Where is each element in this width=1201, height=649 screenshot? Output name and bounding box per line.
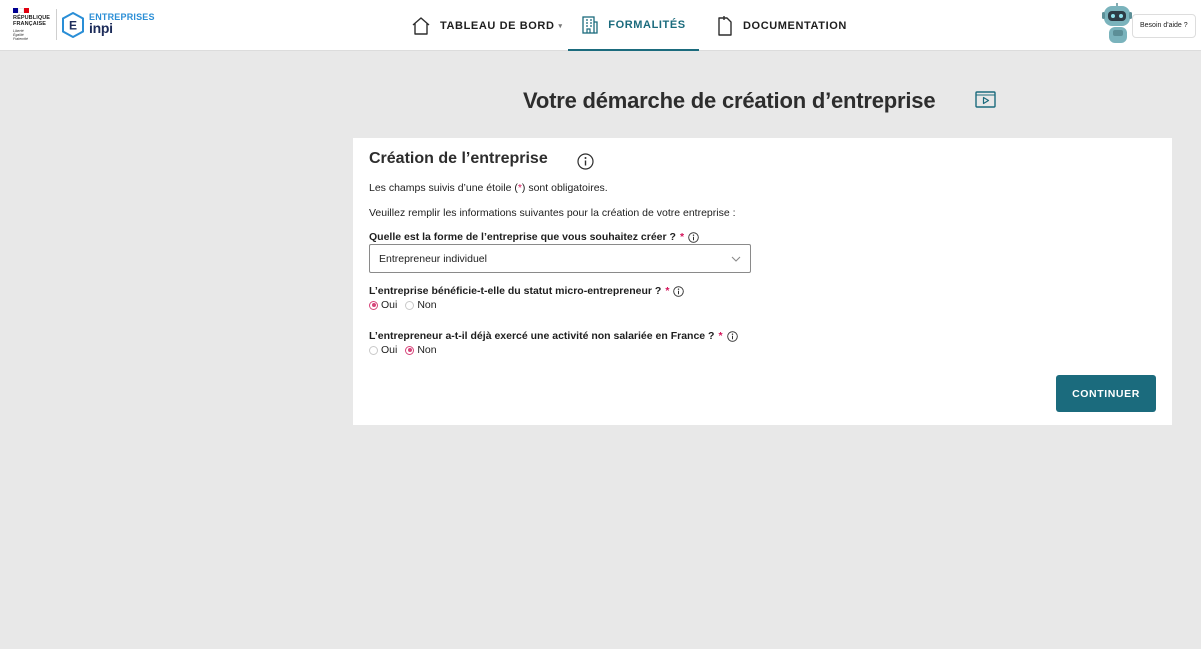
creation-form-card: Création de l’entreprise Les champs suiv… [353,138,1172,425]
radio-oui[interactable]: Oui [369,344,397,356]
rf-motto: Liberté Égalité Fraternité [13,29,28,41]
form-title: Création de l’entreprise [369,150,548,167]
logo-divider [56,9,57,40]
nav-documentation[interactable]: DOCUMENTATION [716,0,847,51]
question-forme-entreprise: Quelle est la forme de l’entreprise que … [369,231,699,243]
radio-label: Oui [381,344,398,356]
top-navigation-bar: RÉPUBLIQUE FRANÇAISE Liberté Égalité Fra… [0,0,1201,51]
help-bubble[interactable]: Besoin d'aide ? [1132,14,1196,38]
required-star: * [718,330,723,342]
republique-francaise-logo[interactable]: RÉPUBLIQUE FRANÇAISE Liberté Égalité Fra… [13,8,55,44]
question-label: Quelle est la forme de l’entreprise que … [369,231,676,243]
chevron-down-icon [731,256,741,262]
building-icon [582,15,598,34]
brand-inpi: inpi [89,20,113,36]
nav-tableau-de-bord-label: TABLEAU DE BORD [440,19,555,32]
question-label: L’entreprise bénéficie-t-elle du statut … [369,285,662,297]
svg-text:E: E [69,19,77,33]
radio-label: Non [417,299,437,311]
radio-label: Oui [381,299,398,311]
radio-non[interactable]: Non [405,344,437,356]
question-activite-non-salariee: L’entrepreneur a-t-il déjà exercé une ac… [369,330,738,342]
select-value: Entrepreneur individuel [379,253,487,265]
info-icon[interactable] [673,285,685,297]
french-flag-icon [13,8,30,13]
activite-non-salariee-radio-group: Oui Non [369,344,437,356]
info-icon[interactable] [688,231,699,243]
radio-button-selected[interactable] [405,345,415,355]
radio-oui[interactable]: Oui [369,299,397,311]
nav-formalites-label: FORMALITÉS [608,18,686,31]
nav-tableau-de-bord[interactable]: TABLEAU DE BORD ▾ [411,0,563,51]
home-icon [412,16,430,35]
entreprises-e-logo-icon[interactable]: E [62,12,84,38]
info-icon[interactable] [726,330,738,342]
robot-icon [1102,3,1132,43]
nav-formalites[interactable]: FORMALITÉS [568,0,699,51]
required-note: Les champs suivis d’une étoile (*) sont … [369,182,608,194]
question-micro-entrepreneur: L’entreprise bénéficie-t-elle du statut … [369,285,685,297]
rf-line-2: FRANÇAISE [13,21,46,27]
micro-entrepreneur-radio-group: Oui Non [369,299,437,311]
required-star: * [665,285,670,297]
form-instructions: Veuillez remplir les informations suivan… [369,207,736,219]
continue-button[interactable]: CONTINUER [1056,375,1156,412]
required-star: * [679,231,685,243]
radio-button[interactable] [405,300,415,310]
radio-button[interactable] [369,345,378,355]
radio-button-selected[interactable] [369,300,378,310]
forme-entreprise-select[interactable]: Entrepreneur individuel [369,244,751,273]
chevron-down-icon: ▾ [558,22,563,30]
radio-label: Non [417,344,437,356]
nav-documentation-label: DOCUMENTATION [743,19,847,32]
radio-non[interactable]: Non [405,299,437,311]
help-widget[interactable]: Besoin d'aide ? [1100,3,1196,45]
document-icon [718,15,732,36]
question-label: L’entrepreneur a-t-il déjà exercé une ac… [369,330,715,342]
video-icon[interactable] [975,91,996,109]
info-icon[interactable] [577,153,594,170]
page-title: Votre démarche de création d’entreprise [523,88,936,113]
